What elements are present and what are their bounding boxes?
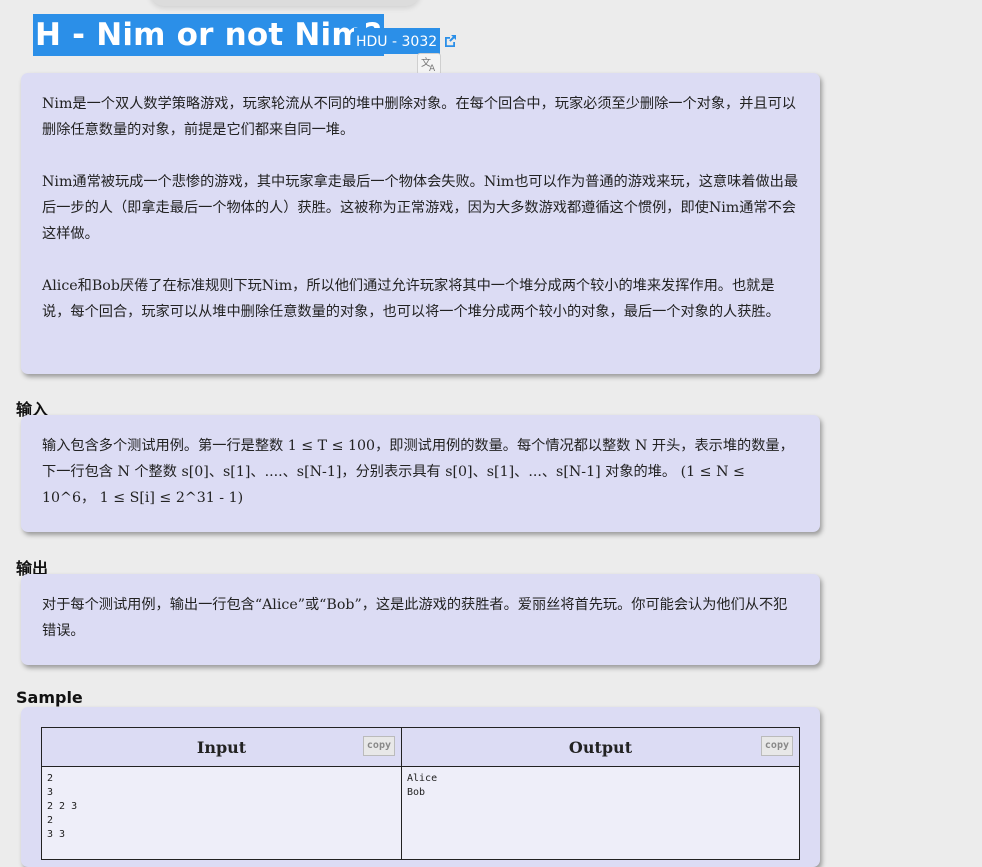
description-paragraph: Alice和Bob厌倦了在标准规则下玩Nim，所以他们通过允许玩家将其中一个堆分… [42, 278, 780, 320]
sample-output-header: Output copy [401, 727, 800, 767]
sample-input-header: Input copy [41, 727, 402, 767]
description-box: Nim是一个双人数学策略游戏，玩家轮流从不同的堆中删除对象。在每个回合中，玩家必… [21, 73, 820, 374]
copy-input-button[interactable]: copy [362, 736, 395, 756]
sample-output-content: Alice Bob [401, 766, 800, 860]
sample-input-header-label: Input [196, 737, 247, 757]
problem-source-link[interactable]: HDU - 3032 [354, 28, 441, 54]
copy-output-button[interactable]: copy [760, 736, 793, 756]
sample-table: Input copy Output copy 2 3 2 2 3 2 3 3 A… [41, 727, 800, 860]
output-description: 对于每个测试用例，输出一行包含“Alice”或“Bob”，这是此游戏的获胜者。爱… [42, 597, 788, 639]
sample-input-content: 2 3 2 2 3 2 3 3 [41, 766, 402, 860]
top-bar-shadow [150, 0, 420, 6]
output-box: 对于每个测试用例，输出一行包含“Alice”或“Bob”，这是此游戏的获胜者。爱… [21, 574, 820, 665]
description-paragraph: Nim是一个双人数学策略游戏，玩家轮流从不同的堆中删除对象。在每个回合中，玩家必… [42, 96, 796, 138]
sample-heading: Sample [16, 688, 83, 707]
sample-output-header-label: Output [568, 737, 633, 757]
translate-icon[interactable]: 文 A [417, 53, 441, 75]
input-box: 输入包含多个测试用例。第一行是整数 1 ≤ T ≤ 100，即测试用例的数量。每… [21, 415, 820, 532]
problem-title: H - Nim or not Nim? [33, 14, 385, 56]
external-link-icon[interactable] [442, 33, 458, 49]
input-description: 输入包含多个测试用例。第一行是整数 1 ≤ T ≤ 100，即测试用例的数量。每… [42, 438, 794, 506]
description-paragraph: Nim通常被玩成一个悲惨的游戏，其中玩家拿走最后一个物体会失败。Nim也可以作为… [42, 174, 799, 242]
